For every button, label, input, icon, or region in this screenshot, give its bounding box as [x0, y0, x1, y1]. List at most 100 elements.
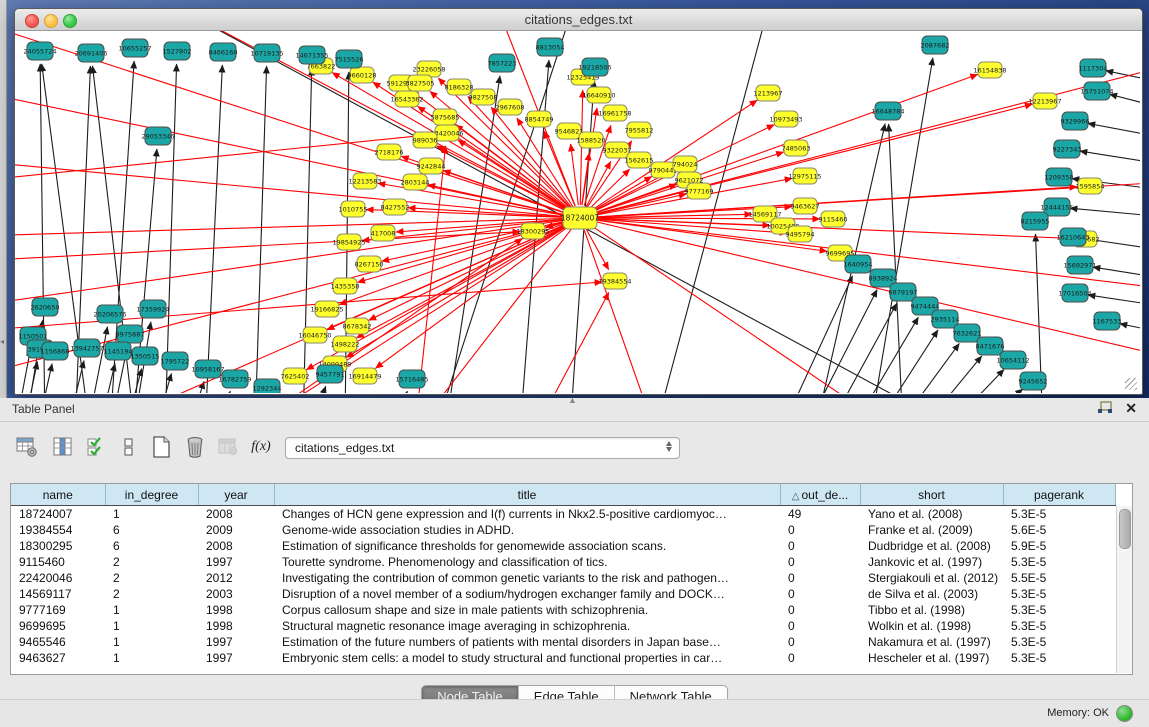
import-table-icon[interactable] — [215, 434, 241, 460]
table-cell[interactable]: 5.3E-5 — [1003, 650, 1115, 666]
graph-edge[interactable] — [827, 303, 897, 393]
graph-node[interactable]: 1435358 — [331, 278, 360, 294]
graph-edge[interactable] — [1088, 295, 1140, 305]
graph-edge[interactable] — [1035, 234, 1043, 393]
table-cell[interactable]: Changes of HCN gene expression and I(f) … — [274, 506, 780, 523]
graph-node[interactable]: 8813054 — [536, 38, 565, 56]
node-table[interactable]: namein_degreeyeartitle△out_de...shortpag… — [10, 483, 1133, 675]
table-row[interactable]: 1830029562008Estimation of significance … — [11, 538, 1115, 554]
table-cell[interactable]: Estimation of the future numbers of pati… — [274, 634, 780, 650]
table-cell[interactable]: 5.3E-5 — [1003, 602, 1115, 618]
graph-node[interactable]: 1498222 — [331, 336, 360, 352]
graph-node[interactable]: 1209358 — [1045, 168, 1074, 186]
graph-node[interactable]: 10655257 — [118, 39, 151, 57]
graph-node[interactable]: 8267150 — [355, 256, 384, 272]
table-cell[interactable]: 6 — [105, 522, 198, 538]
graph-node[interactable]: 9975887 — [116, 325, 145, 343]
table-cell[interactable]: 1 — [105, 634, 198, 650]
graph-node[interactable]: 1145194 — [104, 342, 133, 360]
table-row[interactable]: 911546021997Tourette syndrome. Phenomeno… — [11, 554, 1115, 570]
graph-node[interactable]: 989036 — [413, 132, 438, 148]
graph-node[interactable]: 1117304 — [1079, 59, 1108, 77]
graph-node[interactable]: 9457791 — [316, 365, 345, 383]
graph-node[interactable]: 16914479 — [348, 368, 381, 384]
graph-edge[interactable] — [1106, 71, 1140, 81]
table-cell[interactable]: 0 — [780, 522, 860, 538]
graph-node[interactable]: 9827508 — [469, 89, 498, 105]
table-cell[interactable]: Yano et al. (2008) — [860, 506, 1003, 523]
table-cell[interactable]: Wolkin et al. (1998) — [860, 618, 1003, 634]
graph-node[interactable]: 16640910 — [582, 87, 615, 103]
graph-node[interactable]: 9495794 — [786, 226, 815, 242]
graph-node[interactable]: 9660128 — [348, 67, 377, 83]
graph-node[interactable]: 20206576 — [93, 305, 126, 323]
network-canvas[interactable]: 1872400776638229660128591295423226058382… — [15, 31, 1140, 393]
table-cell[interactable]: 6 — [105, 538, 198, 554]
graph-node[interactable]: 7485063 — [782, 140, 811, 156]
table-row[interactable]: 977716911998Corpus callosum shape and si… — [11, 602, 1115, 618]
graph-node[interactable]: 2718176 — [375, 144, 404, 160]
graph-node[interactable]: 2620650 — [31, 298, 60, 316]
table-cell[interactable]: 1997 — [198, 554, 274, 570]
graph-node[interactable]: 16648784 — [871, 102, 904, 120]
table-cell[interactable]: 1998 — [198, 602, 274, 618]
new-table-icon[interactable] — [148, 434, 174, 460]
table-source-select[interactable]: citations_edges.txt — [285, 437, 680, 459]
graph-node[interactable]: 3827505 — [406, 75, 435, 91]
graph-edge[interactable] — [1088, 123, 1140, 136]
scrollbar-thumb[interactable] — [1119, 509, 1131, 549]
window-resize-grip[interactable] — [1125, 378, 1137, 390]
graph-node[interactable]: 16782759 — [218, 370, 251, 388]
graph-node[interactable]: 1167533 — [1093, 312, 1122, 330]
table-cell[interactable]: 2012 — [198, 570, 274, 586]
graph-node[interactable]: 9329966 — [1061, 112, 1090, 130]
row-height-icon[interactable] — [116, 434, 142, 460]
table-cell[interactable]: 9699695 — [11, 618, 105, 634]
graph-node[interactable]: 16543362 — [390, 91, 423, 107]
collapse-panel-icon[interactable]: ◂ — [0, 338, 4, 346]
graph-node[interactable]: 19854925 — [332, 234, 365, 250]
graph-node[interactable]: 20691406 — [74, 44, 107, 62]
graph-node[interactable]: 17016504 — [1058, 284, 1091, 302]
column-header-short[interactable]: short — [860, 484, 1003, 506]
graph-node[interactable]: 5875685 — [431, 109, 460, 125]
table-cell[interactable]: 2 — [105, 554, 198, 570]
table-cell[interactable]: Structural magnetic resonance image aver… — [274, 618, 780, 634]
column-header-in_degree[interactable]: in_degree — [105, 484, 198, 506]
graph-node[interactable]: 7515526 — [335, 50, 364, 68]
column-header-pagerank[interactable]: pagerank — [1003, 484, 1115, 506]
table-cell[interactable]: 2 — [105, 586, 198, 602]
graph-node[interactable]: 18724007 — [561, 207, 599, 229]
table-cell[interactable]: 0 — [780, 586, 860, 602]
graph-node[interactable]: 1350515 — [131, 347, 160, 365]
graph-node[interactable]: 417008 — [371, 225, 396, 241]
table-cell[interactable]: Estimation of significance thresholds fo… — [274, 538, 780, 554]
table-cell[interactable]: 0 — [780, 650, 860, 666]
table-cell[interactable]: 0 — [780, 538, 860, 554]
graph-node[interactable]: 15716485 — [395, 370, 428, 388]
table-row[interactable]: 946554611997Estimation of the future num… — [11, 634, 1115, 650]
table-cell[interactable]: 0 — [780, 570, 860, 586]
graph-node[interactable]: 2803144 — [401, 174, 430, 190]
graph-node[interactable]: 9115460 — [819, 211, 848, 227]
table-cell[interactable]: 22420046 — [11, 570, 105, 586]
graph-edge[interactable] — [87, 327, 107, 393]
table-cell[interactable]: 9115460 — [11, 554, 105, 570]
table-cell[interactable]: 19384554 — [11, 522, 105, 538]
graph-edge[interactable] — [781, 276, 853, 393]
graph-node[interactable]: 14671355 — [295, 46, 328, 64]
table-cell[interactable]: 1 — [105, 506, 198, 523]
graph-node[interactable]: 2087682 — [921, 36, 950, 54]
table-cell[interactable]: Franke et al. (2009) — [860, 522, 1003, 538]
table-cell[interactable]: 1 — [105, 618, 198, 634]
table-cell[interactable]: 0 — [780, 634, 860, 650]
graph-node[interactable]: 8215955 — [1021, 212, 1050, 230]
graph-node[interactable]: 10654112 — [996, 351, 1029, 369]
graph-edge[interactable] — [125, 369, 142, 393]
graph-edge[interactable] — [1070, 208, 1140, 216]
table-cell[interactable]: 2003 — [198, 586, 274, 602]
table-cell[interactable]: 5.3E-5 — [1003, 586, 1115, 602]
memory-ok-indicator[interactable] — [1116, 705, 1133, 722]
graph-node[interactable]: 1156868 — [41, 342, 70, 360]
graph-node[interactable]: 1795722 — [161, 352, 190, 370]
